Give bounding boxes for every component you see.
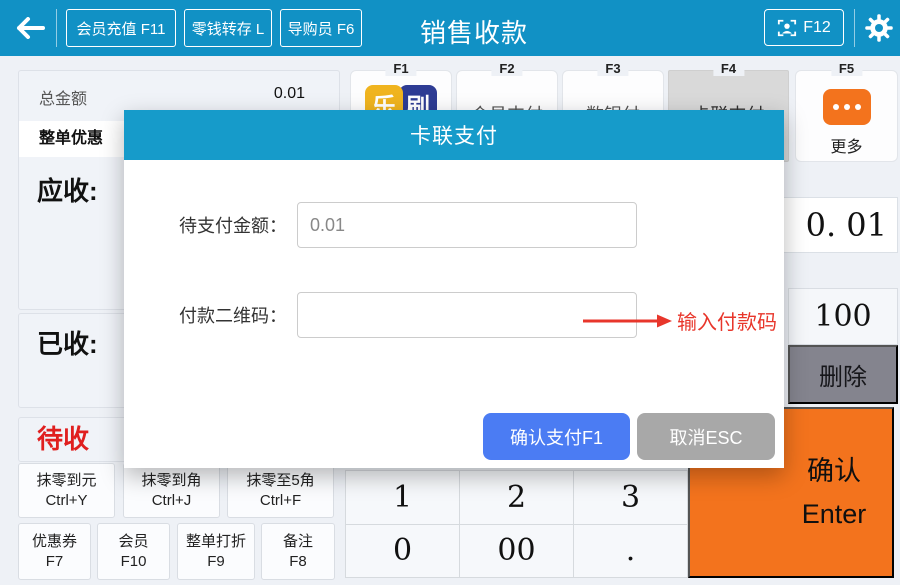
button-shortcut: Ctrl+J [151, 491, 192, 509]
face-pay-key-label: F12 [803, 18, 831, 36]
numpad-key-3[interactable]: 3 [574, 471, 687, 524]
numpad-key-2[interactable]: 2 [460, 471, 573, 524]
numpad-key-1[interactable]: 1 [346, 471, 459, 524]
confirm-pay-f1-button[interactable]: 确认支付F1 [483, 413, 630, 460]
face-scan-icon [778, 19, 797, 36]
fkey-label: F2 [491, 61, 523, 76]
amount-to-pay-row: 待支付金额： [124, 202, 784, 248]
payment-qr-row: 付款二维码： 输入付款码 [124, 292, 784, 338]
button-shortcut: Ctrl+Y [45, 491, 88, 509]
button-label: 整单打折 [185, 532, 246, 550]
fkey-label: F1 [385, 61, 417, 76]
page-title: 销售收款 [420, 18, 529, 48]
button-shortcut: F7 [45, 552, 64, 570]
enter-code-hint: 输入付款码 [581, 306, 777, 335]
button-label: 抹零到元 [36, 471, 97, 489]
payment-qr-label: 付款二维码： [179, 306, 287, 326]
kalian-pay-dialog: 卡联支付 待支付金额： 付款二维码： 输入付款码 确认支付F1 取消ESC [124, 110, 784, 468]
button-label: 会员 [118, 532, 149, 550]
shopping-guide-button[interactable]: 导购员 F6 [280, 9, 362, 47]
top-bar: 会员充值 F11 零钱转存 L 导购员 F6 销售收款 F12 [0, 0, 900, 56]
button-label: 优惠券 [31, 532, 77, 550]
back-button[interactable] [12, 12, 48, 44]
total-amount-value: 0.01 [273, 85, 305, 102]
numpad-key-dot[interactable]: . [574, 524, 687, 577]
round-to-yuan-button[interactable]: 抹零到元 Ctrl+Y [18, 463, 115, 518]
change-transfer-button[interactable]: 零钱转存 L [184, 9, 272, 47]
amount-to-pay-input[interactable] [297, 202, 637, 248]
more-dots-icon [822, 89, 871, 125]
pos-checkout-screen: 会员充值 F11 零钱转存 L 导购员 F6 销售收款 F12 总金额 0.01… [0, 0, 900, 585]
total-amount-row: 总金额 0.01 [19, 71, 339, 109]
payment-tab-more[interactable]: F5 更多 [795, 61, 898, 162]
button-label: 备注 [282, 532, 313, 550]
numeric-keypad: 1 2 3 0 00 . [345, 470, 688, 578]
confirm-label-cn: 确认 [807, 456, 861, 487]
fkey-label: F4 [712, 61, 745, 76]
member-recharge-button[interactable]: 会员充值 F11 [66, 9, 176, 47]
settings-gear-icon[interactable] [862, 11, 896, 45]
topbar-divider [854, 9, 855, 47]
coupon-button[interactable]: 优惠券 F7 [18, 523, 91, 580]
numpad-key-00[interactable]: 00 [460, 524, 573, 577]
arrow-left-icon [17, 17, 45, 39]
member-button[interactable]: 会员 F10 [97, 523, 170, 580]
amount-to-pay-label: 待支付金额： [179, 216, 287, 236]
order-discount-button[interactable]: 整单打折 F9 [177, 523, 255, 580]
numpad-key-0[interactable]: 0 [346, 524, 459, 577]
red-arrow-icon [583, 314, 672, 327]
confirm-label-en: Enter [801, 498, 867, 529]
button-shortcut: F10 [120, 552, 147, 570]
button-shortcut: F9 [207, 552, 225, 570]
delete-button[interactable]: 删除 [788, 345, 898, 404]
button-label: 抹零到角 [141, 471, 202, 489]
quick-amount-100-button[interactable]: 100 [788, 288, 898, 345]
remark-button[interactable]: 备注 F8 [261, 523, 335, 580]
button-label: 抹零至5角 [246, 471, 315, 489]
face-pay-f12-button[interactable]: F12 [764, 9, 844, 46]
fkey-label: F3 [597, 61, 629, 76]
button-shortcut: F8 [289, 552, 307, 570]
fkey-label: F5 [830, 61, 863, 76]
hint-text: 输入付款码 [677, 312, 777, 334]
dialog-title: 卡联支付 [124, 110, 784, 160]
more-label: 更多 [830, 139, 863, 156]
topbar-divider [56, 9, 57, 47]
button-shortcut: Ctrl+F [259, 491, 302, 509]
round-to-5jiao-button[interactable]: 抹零至5角 Ctrl+F [227, 463, 334, 518]
cancel-esc-button[interactable]: 取消ESC [637, 413, 775, 460]
total-amount-label: 总金额 [39, 91, 88, 108]
round-to-jiao-button[interactable]: 抹零到角 Ctrl+J [123, 463, 220, 518]
